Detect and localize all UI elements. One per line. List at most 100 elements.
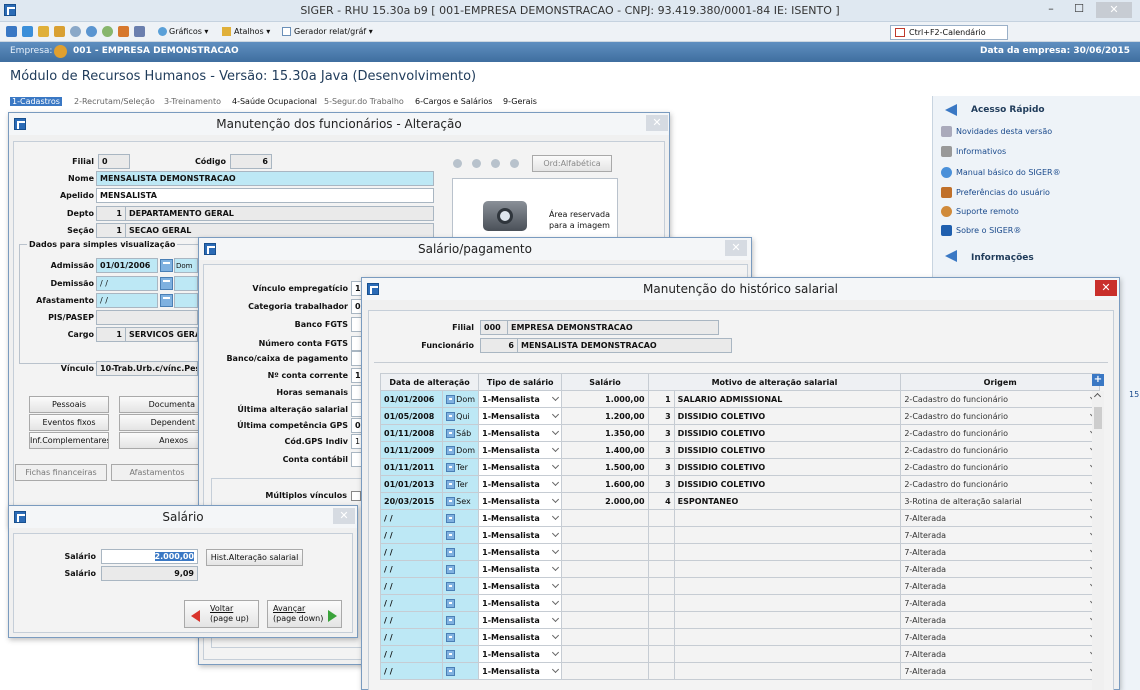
salary-close-button[interactable]: ✕ bbox=[333, 508, 355, 524]
row-origem[interactable]: 7-Alterada bbox=[900, 662, 1100, 680]
row-origem[interactable]: 7-Alterada bbox=[900, 628, 1100, 646]
table-row[interactable]: 20/03/2015 Sex 1-Mensalista 2.000,00 4 ESPONT… bbox=[379, 492, 1100, 510]
employee-close-button[interactable]: ✕ bbox=[646, 115, 668, 131]
menu-cadastros[interactable]: 1-Cadastros bbox=[10, 97, 62, 106]
table-row[interactable]: 01/11/2011 Ter 1-Mensalista 1.500,00 3 DISSID… bbox=[379, 458, 1100, 476]
row-tipo[interactable]: 1-Mensalista bbox=[478, 628, 563, 646]
row-tipo[interactable]: 1-Mensalista bbox=[478, 407, 563, 425]
row-motivo-num[interactable] bbox=[647, 577, 675, 595]
calendar-icon[interactable] bbox=[446, 428, 456, 438]
calendar-icon[interactable] bbox=[446, 411, 456, 421]
add-row-button[interactable]: + bbox=[1092, 374, 1104, 386]
row-salario[interactable] bbox=[561, 509, 649, 527]
calendar-icon[interactable] bbox=[446, 394, 456, 404]
toolbar-icon-window[interactable] bbox=[86, 26, 97, 37]
table-row[interactable]: / / 1-Mensalista 7-Alterada bbox=[379, 543, 1100, 561]
scroll-up-icon[interactable] bbox=[1093, 392, 1102, 401]
table-row[interactable]: / / 1-Mensalista 7-Alterada bbox=[379, 645, 1100, 663]
scrollbar-thumb[interactable] bbox=[1094, 407, 1102, 429]
row-origem[interactable]: 7-Alterada bbox=[900, 543, 1100, 561]
toolbar-icon-back[interactable] bbox=[6, 26, 17, 37]
row-salario[interactable] bbox=[561, 662, 649, 680]
row-motivo-num[interactable] bbox=[647, 509, 675, 527]
row-tipo[interactable]: 1-Mensalista bbox=[478, 560, 563, 578]
row-salario[interactable] bbox=[561, 560, 649, 578]
filial-field[interactable]: 0 bbox=[98, 154, 130, 169]
graficos-menu[interactable]: Gráficos ▾ bbox=[169, 27, 208, 36]
nav-last-icon[interactable] bbox=[510, 159, 519, 168]
apelido-field[interactable]: MENSALISTA bbox=[96, 188, 434, 203]
table-row[interactable]: / / 1-Mensalista 7-Alterada bbox=[379, 526, 1100, 544]
row-origem[interactable]: 7-Alterada bbox=[900, 577, 1100, 595]
payment-close-button[interactable]: ✕ bbox=[725, 240, 747, 256]
calendar-icon[interactable] bbox=[446, 615, 456, 625]
back-arrow-icon[interactable] bbox=[945, 104, 957, 116]
avancar-button[interactable]: Avançar (page down) bbox=[267, 600, 342, 628]
row-salario[interactable]: 2.000,00 bbox=[561, 492, 649, 510]
row-tipo[interactable]: 1-Mensalista bbox=[478, 526, 563, 544]
row-tipo[interactable]: 1-Mensalista bbox=[478, 424, 563, 442]
calendar-icon[interactable] bbox=[446, 496, 456, 506]
row-tipo[interactable]: 1-Mensalista bbox=[478, 611, 563, 629]
row-salario[interactable] bbox=[561, 594, 649, 612]
row-tipo[interactable]: 1-Mensalista bbox=[478, 390, 563, 408]
row-tipo[interactable]: 1-Mensalista bbox=[478, 441, 563, 459]
admissao-calendar-icon[interactable] bbox=[160, 259, 173, 272]
toolbar-icon-print[interactable] bbox=[54, 26, 65, 37]
row-origem[interactable]: 3-Rotina de alteração salarial bbox=[900, 492, 1100, 510]
row-tipo[interactable]: 1-Mensalista bbox=[478, 594, 563, 612]
toolbar-icon-calendar[interactable] bbox=[134, 26, 145, 37]
nome-field[interactable]: MENSALISTA DEMONSTRACAO bbox=[96, 171, 434, 186]
row-motivo-num[interactable]: 4 bbox=[647, 492, 675, 510]
row-motivo-num[interactable] bbox=[647, 526, 675, 544]
row-origem[interactable]: 7-Alterada bbox=[900, 594, 1100, 612]
calendar-icon[interactable] bbox=[446, 666, 456, 676]
row-salario[interactable] bbox=[561, 543, 649, 561]
row-origem[interactable]: 2-Cadastro do funcionário bbox=[900, 458, 1100, 476]
maximize-button[interactable]: ☐ bbox=[1068, 2, 1090, 18]
row-tipo[interactable]: 1-Mensalista bbox=[478, 577, 563, 595]
col-tipo[interactable]: Tipo de salário bbox=[478, 373, 563, 391]
table-row[interactable]: / / 1-Mensalista 7-Alterada bbox=[379, 560, 1100, 578]
tab-afastamentos[interactable]: Afastamentos bbox=[111, 464, 203, 481]
row-tipo[interactable]: 1-Mensalista bbox=[478, 458, 563, 476]
table-row[interactable]: 01/11/2009 Dom 1-Mensalista 1.400,00 3 DISSID… bbox=[379, 441, 1100, 459]
menu-seguranca[interactable]: 5-Segur.do Trabalho bbox=[324, 97, 404, 106]
calendar-icon[interactable] bbox=[446, 513, 456, 523]
table-row[interactable]: 01/05/2008 Qui 1-Mensalista 1.200,00 3 DISSID… bbox=[379, 407, 1100, 425]
qa-preferencias[interactable]: Preferências do usuário bbox=[941, 187, 1050, 198]
menu-gerais[interactable]: 9-Gerais bbox=[503, 97, 537, 106]
toolbar-icon-settings[interactable] bbox=[70, 26, 81, 37]
row-motivo-num[interactable]: 3 bbox=[647, 458, 675, 476]
row-salario[interactable]: 1.350,00 bbox=[561, 424, 649, 442]
minimize-button[interactable]: – bbox=[1040, 2, 1062, 18]
calendar-icon[interactable] bbox=[446, 547, 456, 557]
depto-num[interactable]: 1 bbox=[96, 206, 126, 221]
row-origem[interactable]: 2-Cadastro do funcionário bbox=[900, 390, 1100, 408]
calendar-icon[interactable] bbox=[446, 479, 456, 489]
row-date[interactable]: 01/11/2011 bbox=[379, 458, 444, 476]
row-date[interactable]: 01/11/2009 bbox=[379, 441, 444, 459]
menu-treinamento[interactable]: 3-Treinamento bbox=[164, 97, 221, 106]
secao-num[interactable]: 1 bbox=[96, 223, 126, 238]
close-button[interactable]: ✕ bbox=[1096, 2, 1132, 18]
row-origem[interactable]: 2-Cadastro do funcionário bbox=[900, 424, 1100, 442]
calendar-icon[interactable] bbox=[446, 598, 456, 608]
vertical-scrollbar[interactable] bbox=[1092, 391, 1104, 690]
row-date[interactable]: / / bbox=[379, 577, 444, 595]
col-origem[interactable]: Origem bbox=[900, 373, 1100, 391]
table-row[interactable]: / / 1-Mensalista 7-Alterada bbox=[379, 577, 1100, 595]
row-date[interactable]: / / bbox=[379, 543, 444, 561]
row-date[interactable]: / / bbox=[379, 645, 444, 663]
afastamento-calendar-icon[interactable] bbox=[160, 294, 173, 307]
qa-informativos[interactable]: Informativos bbox=[941, 146, 1006, 157]
nav-prev-icon[interactable] bbox=[472, 159, 481, 168]
row-motivo-num[interactable] bbox=[647, 628, 675, 646]
row-origem[interactable]: 2-Cadastro do funcionário bbox=[900, 441, 1100, 459]
row-date[interactable]: 01/05/2008 bbox=[379, 407, 444, 425]
toolbar-icon-users[interactable] bbox=[118, 26, 129, 37]
calendar-icon[interactable] bbox=[446, 581, 456, 591]
row-salario[interactable]: 1.000,00 bbox=[561, 390, 649, 408]
qa-novidades[interactable]: Novidades desta versão bbox=[941, 126, 1052, 137]
row-origem[interactable]: 2-Cadastro do funcionário bbox=[900, 407, 1100, 425]
